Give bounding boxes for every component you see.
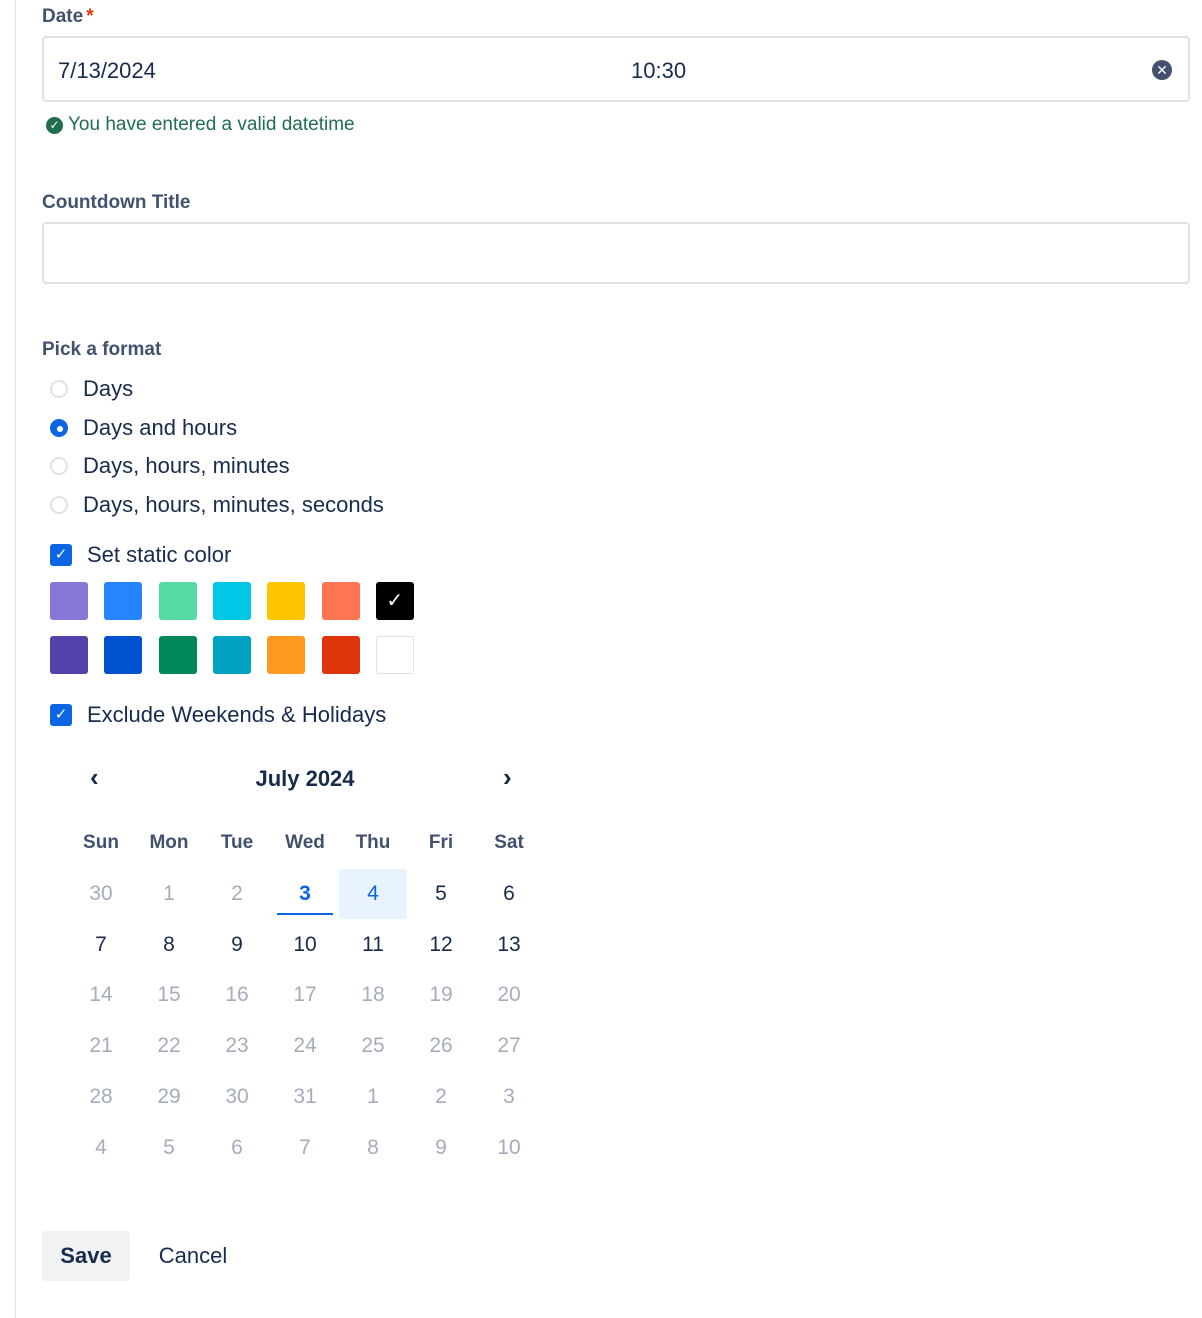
format-option-label: Days [83,376,134,401]
color-swatch[interactable] [321,636,360,674]
calendar-day[interactable]: 8 [339,1123,407,1173]
datetime-picker[interactable]: 7/13/2024 10:30 ✕ [42,36,1190,102]
checkbox-checked-icon[interactable]: ✓ [50,704,72,726]
weekday-header: Sat [494,832,524,853]
calendar-day[interactable]: 17 [271,970,339,1020]
weekday-header: Tue [220,832,254,853]
calendar-day[interactable]: 10 [475,1123,543,1173]
date-input[interactable]: 7/13/2024 [58,58,156,84]
calendar-day[interactable]: 13 [475,920,543,970]
calendar-day[interactable]: 18 [339,970,407,1020]
calendar-day[interactable]: 4 [339,869,407,919]
color-swatch[interactable] [104,636,143,674]
color-swatch[interactable] [158,636,197,674]
required-mark: * [86,6,94,27]
calendar-day[interactable]: 3 [475,1072,543,1122]
format-option[interactable]: Days and hours [50,415,237,441]
format-option[interactable]: Days [50,376,133,402]
color-swatch[interactable] [50,582,88,620]
calendar-day[interactable]: 25 [339,1021,407,1071]
cancel-button[interactable]: Cancel [146,1231,240,1281]
calendar-day[interactable]: 12 [407,920,475,970]
radio-unselected-icon[interactable] [50,457,68,475]
format-label: Pick a format [42,339,162,360]
calendar-day[interactable]: 11 [339,920,407,970]
time-input[interactable]: 10:30 [631,58,686,84]
valid-message-text: You have entered a valid datetime [68,114,355,135]
weekday-header: Sun [83,832,119,853]
weekday-header: Wed [285,832,325,853]
calendar-day[interactable]: 6 [203,1123,271,1173]
color-swatch[interactable] [50,636,88,674]
calendar-day[interactable]: 14 [67,970,135,1020]
calendar-day[interactable]: 7 [67,920,135,970]
calendar-day[interactable]: 9 [203,920,271,970]
color-swatch[interactable] [321,582,360,620]
calendar-day[interactable]: 16 [203,970,271,1020]
calendar-day[interactable]: 1 [135,869,203,919]
radio-unselected-icon[interactable] [50,496,68,514]
static-color-checkbox[interactable]: ✓ Set static color [50,542,231,568]
format-option-label: Days, hours, minutes, seconds [83,492,384,517]
weekday-header: Fri [428,832,454,853]
exclude-weekends-checkbox[interactable]: ✓ Exclude Weekends & Holidays [50,702,386,728]
calendar-day[interactable]: 31 [271,1072,339,1122]
calendar-day[interactable]: 21 [67,1021,135,1071]
calendar-day[interactable]: 2 [203,869,271,919]
color-swatch[interactable] [212,582,251,620]
color-swatch-selected[interactable]: ✓ [375,582,414,620]
weekday-header: Thu [355,832,391,853]
date-label: Date * [42,6,94,27]
color-swatch[interactable] [375,636,414,674]
weekday-header: Mon [149,832,189,853]
radio-selected-icon[interactable] [50,419,68,437]
valid-message: ✓ You have entered a valid datetime [46,114,355,136]
calendar-day[interactable]: 4 [67,1123,135,1173]
countdown-title-label: Countdown Title [42,192,191,213]
calendar-day[interactable]: 19 [407,970,475,1020]
format-option-label: Days, hours, minutes [83,453,290,478]
calendar-day[interactable]: 10 [271,920,339,970]
calendar-day[interactable]: 24 [271,1021,339,1071]
calendar-day[interactable]: 1 [339,1072,407,1122]
calendar-day[interactable]: 5 [135,1123,203,1173]
format-option[interactable]: Days, hours, minutes [50,453,290,479]
calendar-day[interactable]: 30 [67,869,135,919]
calendar-day[interactable]: 20 [475,970,543,1020]
calendar-day[interactable]: 22 [135,1021,203,1071]
calendar-day[interactable]: 9 [407,1123,475,1173]
check-circle-icon: ✓ [46,116,63,134]
format-option-label: Days and hours [83,415,238,440]
calendar-day[interactable]: 3 [271,869,339,919]
calendar-day[interactable]: 8 [135,920,203,970]
calendar-day[interactable]: 15 [135,970,203,1020]
format-option[interactable]: Days, hours, minutes, seconds [50,492,384,518]
checkbox-checked-icon[interactable]: ✓ [50,544,72,566]
calendar-day[interactable]: 5 [407,869,475,919]
calendar-day[interactable]: 29 [135,1072,203,1122]
save-button[interactable]: Save [42,1231,130,1281]
left-divider [15,0,16,1318]
countdown-title-input[interactable] [42,222,1190,284]
calendar-day[interactable]: 30 [203,1072,271,1122]
calendar-day[interactable]: 27 [475,1021,543,1071]
calendar-day[interactable]: 28 [67,1072,135,1122]
color-swatch[interactable] [267,636,306,674]
exclude-weekends-label: Exclude Weekends & Holidays [87,702,387,727]
prev-month-icon[interactable]: ‹ [90,762,99,793]
clear-icon[interactable]: ✕ [1152,60,1172,80]
calendar-day[interactable]: 2 [407,1072,475,1122]
calendar-month-label: July 2024 [255,766,355,791]
calendar-day[interactable]: 26 [407,1021,475,1071]
radio-unselected-icon[interactable] [50,380,68,398]
calendar-day[interactable]: 23 [203,1021,271,1071]
static-color-label: Set static color [87,542,232,567]
next-month-icon[interactable]: › [503,762,512,793]
calendar-day[interactable]: 6 [475,869,543,919]
color-swatch[interactable] [158,582,197,620]
color-swatch[interactable] [104,582,143,620]
color-swatch[interactable] [212,636,251,674]
calendar-day[interactable]: 7 [271,1123,339,1173]
color-swatch[interactable] [267,582,306,620]
